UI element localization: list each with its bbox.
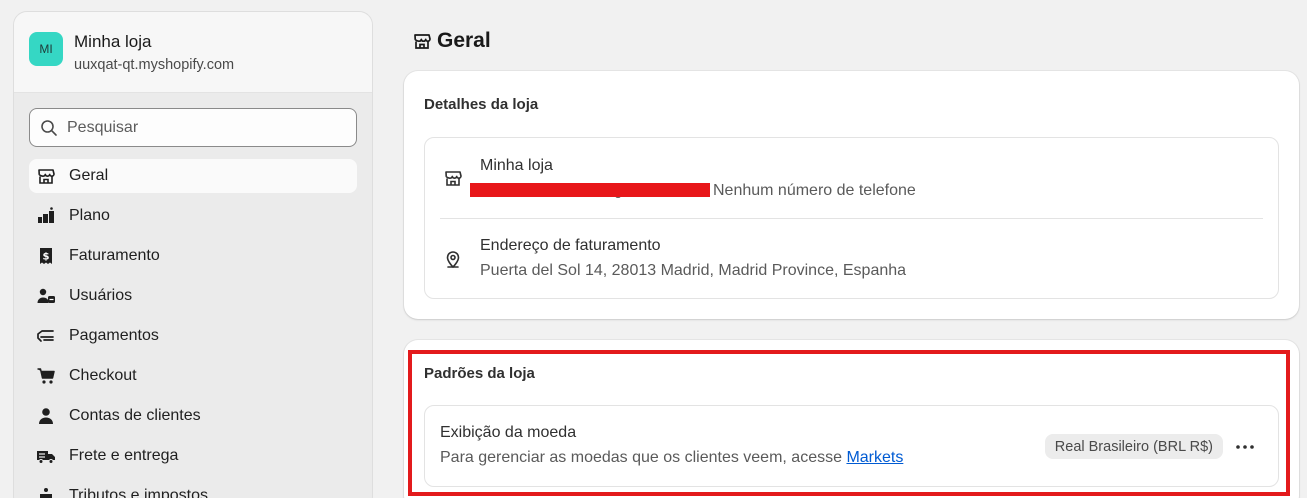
store-domain: uuxqat-qt.myshopify.com bbox=[74, 56, 235, 73]
sidebar-item-label: Plano bbox=[69, 207, 110, 224]
billing-address-row[interactable]: Endereço de faturamento Puerta del Sol 1… bbox=[440, 219, 1263, 299]
search-icon bbox=[41, 119, 57, 136]
billing-address-value: Puerta del Sol 14, 28013 Madrid, Madrid … bbox=[480, 262, 907, 279]
phone-value: Nenhum número de telefone bbox=[713, 182, 916, 199]
receipt-dollar-icon: $ bbox=[36, 246, 56, 266]
store-icon bbox=[414, 34, 431, 49]
sidebar-item-frete-e-entrega[interactable]: Frete e entrega bbox=[29, 439, 357, 473]
sidebar-item-label: Usuários bbox=[69, 287, 133, 304]
users-icon bbox=[36, 286, 56, 306]
person-icon bbox=[36, 406, 56, 426]
billing-address-label: Endereço de faturamento bbox=[480, 237, 661, 254]
sidebar-item-label: Faturamento bbox=[69, 247, 160, 264]
sidebar-item-usuarios[interactable]: Usuários bbox=[29, 279, 357, 313]
page-title-text: Geral bbox=[437, 29, 491, 52]
store-name: Minha loja bbox=[74, 31, 152, 51]
sidebar-item-label: Contas de clientes bbox=[69, 407, 201, 424]
sidebar-item-pagamentos[interactable]: Pagamentos bbox=[29, 319, 357, 353]
highlight-box bbox=[408, 350, 1290, 496]
store-details-panel: Minha loja @g Nenhum número de telefone … bbox=[424, 137, 1279, 299]
sidebar-item-label: Pagamentos bbox=[69, 327, 159, 344]
store-details-card: Detalhes da loja Minha loja @g Nenhum nú… bbox=[404, 71, 1299, 319]
settings-nav: Geral Plano $ Faturamento Usuários Pagam… bbox=[14, 159, 372, 498]
plan-icon bbox=[36, 206, 56, 226]
search-input[interactable] bbox=[67, 118, 347, 137]
sidebar-item-contas-de-clientes[interactable]: Contas de clientes bbox=[29, 399, 357, 433]
sidebar-item-label: Geral bbox=[69, 167, 109, 184]
store-details-title: Detalhes da loja bbox=[424, 96, 539, 113]
redaction-bar bbox=[470, 183, 710, 197]
sidebar-item-label: Frete e entrega bbox=[69, 447, 179, 464]
svg-text:$: $ bbox=[43, 252, 50, 263]
tax-icon bbox=[36, 486, 56, 498]
search-box[interactable] bbox=[29, 108, 357, 147]
page-title: Geral bbox=[412, 29, 491, 53]
payments-icon bbox=[36, 326, 56, 346]
settings-sidebar: MI Minha loja uuxqat-qt.myshopify.com Ge… bbox=[13, 11, 373, 498]
sidebar-item-plano[interactable]: Plano bbox=[29, 199, 357, 233]
store-icon bbox=[443, 168, 463, 193]
sidebar-item-tributos[interactable]: Tributos e impostos bbox=[29, 479, 357, 498]
sidebar-item-checkout[interactable]: Checkout bbox=[29, 359, 357, 393]
store-info-row[interactable]: Minha loja @g Nenhum número de telefone bbox=[440, 138, 1263, 218]
sidebar-item-label: Tributos e impostos bbox=[69, 487, 209, 498]
store-avatar: MI bbox=[29, 32, 63, 66]
sidebar-item-label: Checkout bbox=[69, 367, 137, 384]
store-icon bbox=[36, 166, 56, 186]
sidebar-item-faturamento[interactable]: $ Faturamento bbox=[29, 239, 357, 273]
store-name-value: Minha loja bbox=[480, 157, 553, 174]
location-pin-icon bbox=[443, 249, 463, 274]
sidebar-item-geral[interactable]: Geral bbox=[29, 159, 357, 193]
store-header[interactable]: MI Minha loja uuxqat-qt.myshopify.com bbox=[14, 12, 372, 93]
truck-icon bbox=[36, 446, 56, 466]
cart-icon bbox=[36, 366, 56, 386]
